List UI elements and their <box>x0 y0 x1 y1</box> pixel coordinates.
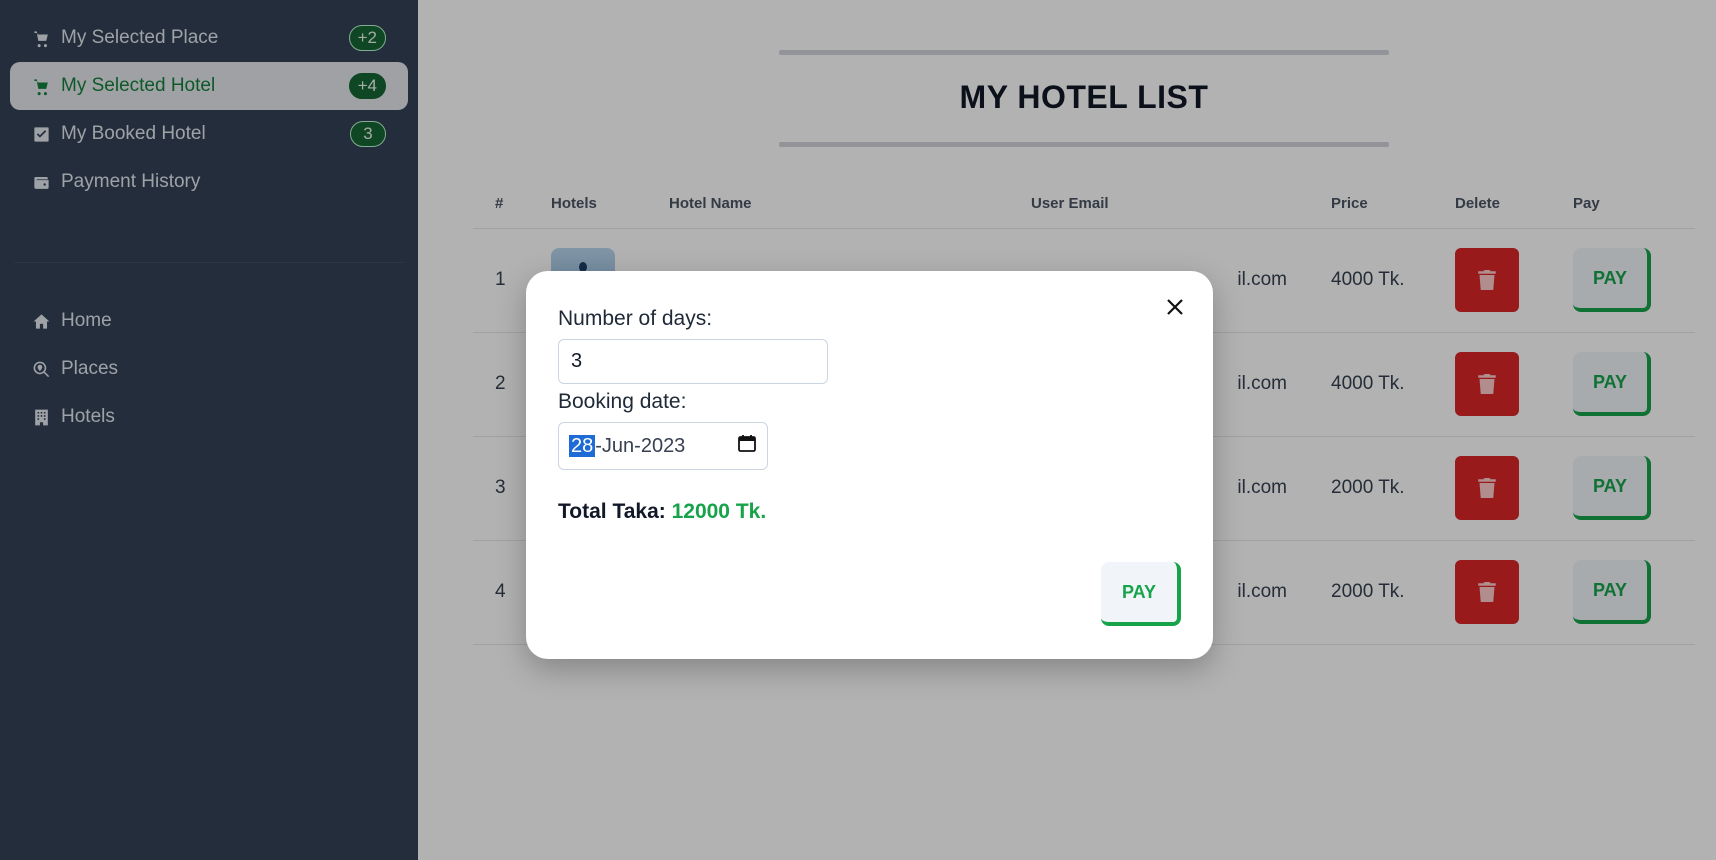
close-button[interactable] <box>1159 291 1191 323</box>
total-amount: Total Taka: 12000 Tk. <box>558 500 1181 524</box>
booking-date-label: Booking date: <box>558 390 687 413</box>
close-icon <box>1167 299 1183 315</box>
calendar-icon[interactable] <box>737 433 757 459</box>
total-value: 12000 Tk. <box>671 500 767 523</box>
days-input[interactable]: 3 <box>558 339 828 384</box>
modal-pay-button[interactable]: PAY <box>1101 562 1181 626</box>
total-label: Total Taka: <box>558 500 666 523</box>
days-value: 3 <box>571 350 583 372</box>
days-label: Number of days: <box>558 307 713 330</box>
date-value: 28 -Jun-2023 <box>569 434 685 458</box>
date-rest-segment[interactable]: -Jun-2023 <box>595 435 685 457</box>
booking-date-input[interactable]: 28 -Jun-2023 <box>558 422 768 470</box>
booking-modal: Number of days: 3 Booking date: 28 -Jun-2… <box>526 271 1213 659</box>
date-day-segment[interactable]: 28 <box>569 434 596 457</box>
